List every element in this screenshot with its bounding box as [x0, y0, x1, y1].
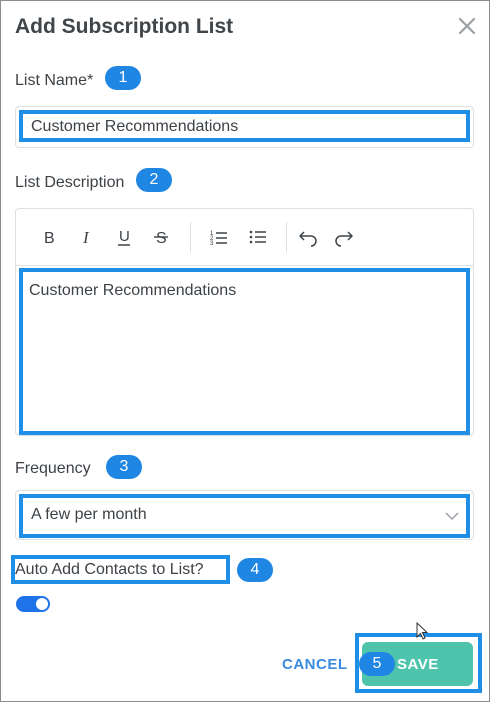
editor-toolbar-divider: [16, 265, 473, 266]
svg-text:3: 3: [210, 241, 214, 247]
auto-add-label: Auto Add Contacts to List?: [15, 561, 204, 578]
dialog-title: Add Subscription List: [15, 15, 234, 38]
step-badge-4: 4: [237, 558, 273, 582]
bullet-list-icon[interactable]: [245, 224, 271, 250]
undo-icon[interactable]: [295, 224, 321, 250]
mouse-cursor-icon: [416, 621, 430, 642]
cancel-button[interactable]: CANCEL: [282, 656, 348, 673]
list-name-label: List Name*: [15, 72, 94, 89]
chevron-down-icon: [443, 509, 461, 521]
strikethrough-icon[interactable]: S: [148, 224, 174, 250]
frequency-selected-value: A few per month: [31, 506, 147, 523]
close-icon[interactable]: [455, 14, 479, 38]
step-badge-5: 5: [359, 652, 395, 676]
numbered-list-icon[interactable]: 1 2 3: [206, 224, 232, 250]
toolbar-divider: [190, 222, 191, 252]
frequency-label: Frequency: [15, 460, 91, 477]
list-name-value: Customer Recommendations: [31, 118, 239, 135]
step-badge-3: 3: [106, 455, 142, 479]
italic-icon[interactable]: I: [74, 224, 100, 250]
toggle-knob: [36, 598, 48, 610]
list-description-label: List Description: [15, 174, 125, 191]
svg-text:B: B: [44, 230, 55, 247]
svg-text:S: S: [156, 230, 167, 247]
redo-icon[interactable]: [331, 224, 357, 250]
list-description-value: Customer Recommendations: [29, 282, 237, 299]
auto-add-toggle[interactable]: [16, 596, 50, 612]
bold-icon[interactable]: B: [36, 224, 62, 250]
step-badge-2: 2: [136, 168, 172, 192]
toolbar-divider: [286, 222, 287, 252]
underline-icon[interactable]: U: [111, 224, 137, 250]
svg-text:I: I: [82, 228, 90, 247]
step-badge-1: 1: [105, 66, 141, 90]
svg-text:U: U: [119, 228, 130, 245]
